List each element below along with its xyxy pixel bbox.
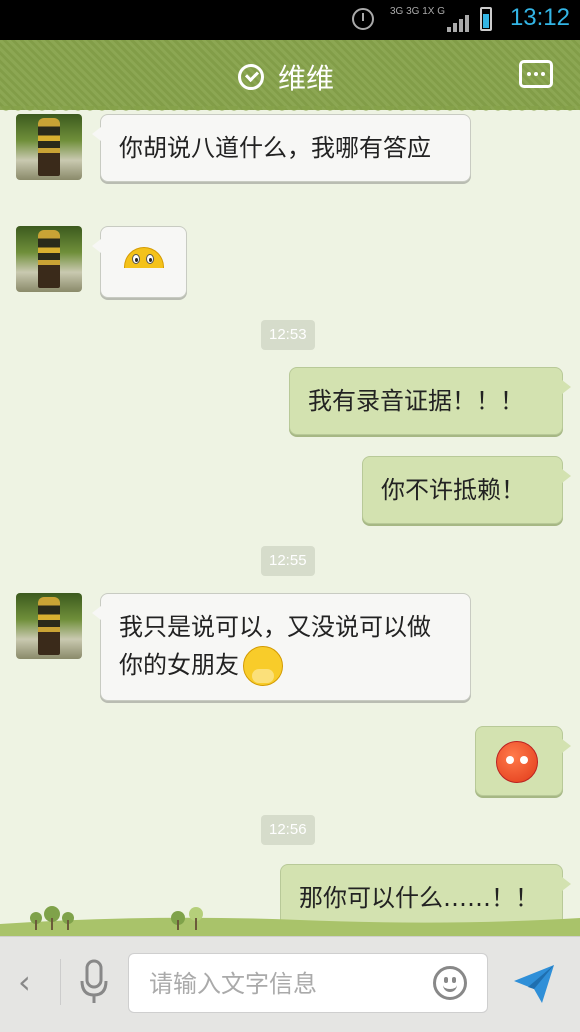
- timestamp: 12:56: [261, 815, 315, 845]
- divider: [60, 959, 61, 1005]
- outgoing-message[interactable]: [475, 726, 571, 796]
- peek-emoji-icon: [123, 247, 164, 268]
- message-list[interactable]: 你胡说八道什么，我哪有答应 12:53 我有录音证据！！！ 你不许抵赖！ 12:…: [0, 110, 580, 936]
- incoming-message[interactable]: [92, 226, 187, 298]
- send-icon[interactable]: [512, 963, 556, 1005]
- input-bar: ‹: [0, 936, 580, 1032]
- message-input-field[interactable]: [128, 953, 488, 1013]
- outgoing-message[interactable]: 我有录音证据！！！: [289, 367, 571, 435]
- shy-emoji-icon: [243, 646, 283, 686]
- contact-name: 维维: [278, 62, 335, 95]
- contact-avatar[interactable]: [16, 226, 82, 292]
- chat-header: 维维: [0, 40, 580, 110]
- clock: 13:12: [509, 4, 570, 31]
- outgoing-message[interactable]: 你不许抵赖！: [362, 456, 571, 524]
- alarm-icon: [352, 8, 374, 30]
- landscape-decoration: [0, 906, 580, 936]
- message-input[interactable]: [147, 964, 421, 1004]
- mic-icon[interactable]: [80, 959, 108, 1005]
- contact-title[interactable]: 维维: [238, 57, 334, 97]
- status-bar: 3G 3G 1X G 13:12: [0, 0, 580, 40]
- signal-icon: [447, 12, 469, 32]
- angry-emoji-icon: [496, 741, 538, 783]
- timestamp: 12:55: [261, 546, 315, 576]
- incoming-message[interactable]: 你胡说八道什么，我哪有答应: [92, 114, 471, 182]
- contact-avatar[interactable]: [16, 114, 82, 180]
- smiley-icon[interactable]: [433, 966, 467, 1000]
- incoming-message[interactable]: 我只是说可以，又没说可以做你的女朋友: [92, 593, 471, 701]
- back-icon[interactable]: ‹: [18, 963, 31, 1001]
- network-indicator: 3G 3G 1X G: [390, 6, 446, 17]
- battery-icon: [480, 7, 492, 31]
- check-circle-icon: [238, 64, 264, 90]
- more-icon[interactable]: [519, 60, 553, 88]
- timestamp: 12:53: [261, 320, 315, 350]
- contact-avatar[interactable]: [16, 593, 82, 659]
